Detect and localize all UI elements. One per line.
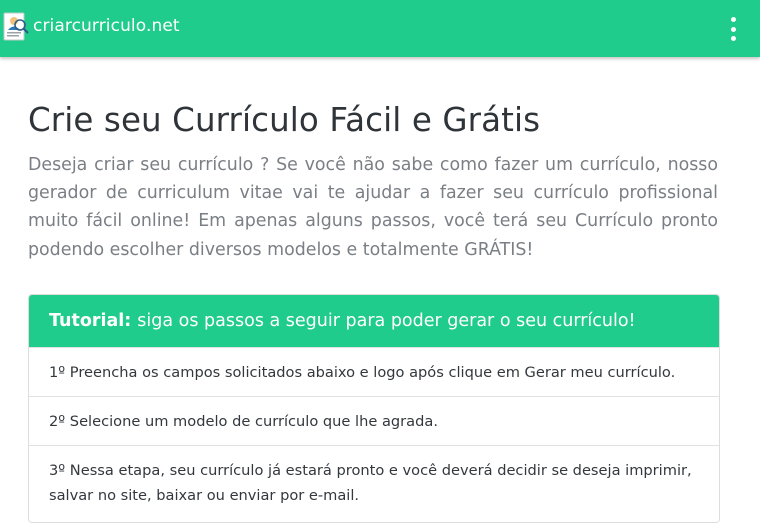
- vertical-dots-menu-icon[interactable]: [728, 17, 738, 41]
- tutorial-card: Tutorial: siga os passos a seguir para p…: [28, 294, 720, 523]
- tutorial-step-2: 2º Selecione um modelo de currículo que …: [29, 396, 719, 445]
- dot: [730, 17, 736, 22]
- tutorial-heading: siga os passos a seguir para poder gerar…: [137, 311, 636, 331]
- tutorial-step-3: 3º Nessa etapa, seu currículo já estará …: [29, 445, 719, 522]
- page-title: Crie seu Currículo Fácil e Grátis: [28, 101, 541, 139]
- dot: [730, 26, 736, 32]
- tutorial-header: Tutorial: siga os passos a seguir para p…: [29, 295, 719, 347]
- dot: [730, 36, 736, 41]
- tutorial-step-1: 1º Preencha os campos solicitados abaixo…: [29, 347, 719, 396]
- tutorial-label: Tutorial:: [49, 311, 132, 331]
- top-navbar: criarcurriculo.net: [0, 0, 760, 57]
- brand-link[interactable]: criarcurriculo.net: [0, 0, 180, 57]
- intro-paragraph: Deseja criar seu currículo ? Se você não…: [28, 155, 718, 260]
- resume-document-icon: [3, 12, 29, 40]
- brand-name: criarcurriculo.net: [33, 15, 180, 36]
